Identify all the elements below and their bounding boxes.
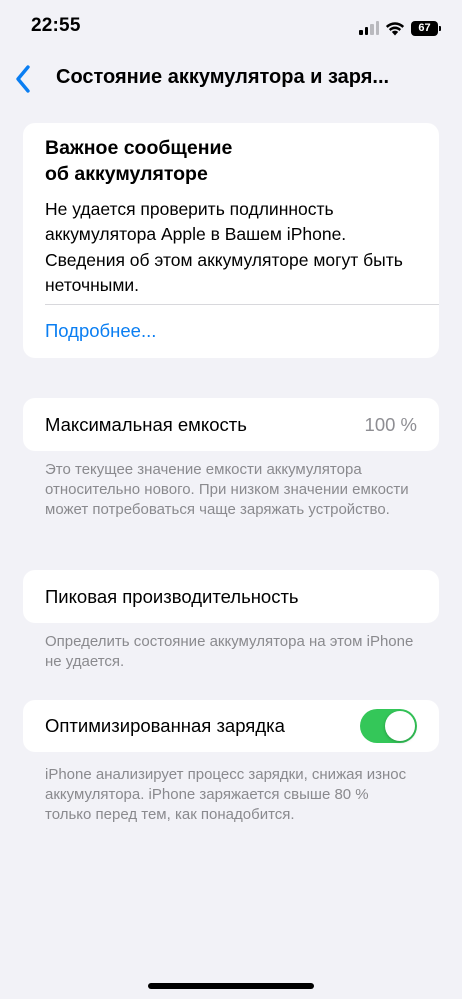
- battery-level: 67: [418, 21, 431, 34]
- maximum-capacity-row: Максимальная емкость 100 %: [23, 398, 439, 451]
- status-icons: 67: [359, 19, 441, 37]
- wifi-icon: [385, 21, 405, 35]
- status-time: 22:55: [31, 15, 81, 36]
- divider: [45, 304, 439, 305]
- navigation-bar: Состояние аккумулятора и заря...: [0, 58, 462, 102]
- optimized-charging-toggle[interactable]: [360, 709, 417, 743]
- peak-performance-row: Пиковая производительность: [23, 570, 439, 623]
- page-title: Состояние аккумулятора и заря...: [56, 66, 390, 88]
- learn-more-link[interactable]: Подробнее...: [45, 320, 156, 342]
- battery-message-body: Не удается проверить подлинность аккумул…: [45, 199, 403, 295]
- battery-message-title-line2: об аккумуляторе: [45, 163, 208, 185]
- cellular-signal-icon: [359, 21, 379, 35]
- battery-message-title-line1: Важное сообщение: [45, 137, 233, 159]
- battery-health-screen: 22:55 67 Состояние аккумулятора и заря..…: [0, 0, 462, 999]
- toggle-knob: [385, 711, 415, 741]
- maximum-capacity-value: 100 %: [364, 413, 417, 435]
- peak-performance-note: Определить состояние аккумулятора на это…: [45, 633, 414, 670]
- maximum-capacity-note: Это текущее значение емкости аккумулятор…: [45, 461, 409, 518]
- maximum-capacity-label: Максимальная емкость: [45, 413, 247, 435]
- optimized-charging-note: iPhone анализирует процесс зарядки, сниж…: [45, 766, 407, 823]
- optimized-charging-row: Оптимизированная зарядка: [23, 700, 439, 752]
- battery-message-card: Важное сообщение об аккумуляторе Не удае…: [23, 123, 439, 358]
- home-indicator[interactable]: [148, 983, 314, 989]
- status-bar: 22:55 67: [0, 0, 462, 54]
- battery-message-title: Важное сообщение об аккумуляторе: [45, 135, 405, 187]
- back-button[interactable]: [10, 62, 36, 96]
- battery-icon: 67: [411, 20, 441, 36]
- chevron-left-icon: [16, 65, 30, 93]
- peak-performance-label: Пиковая производительность: [45, 585, 299, 607]
- optimized-charging-label: Оптимизированная зарядка: [45, 715, 285, 736]
